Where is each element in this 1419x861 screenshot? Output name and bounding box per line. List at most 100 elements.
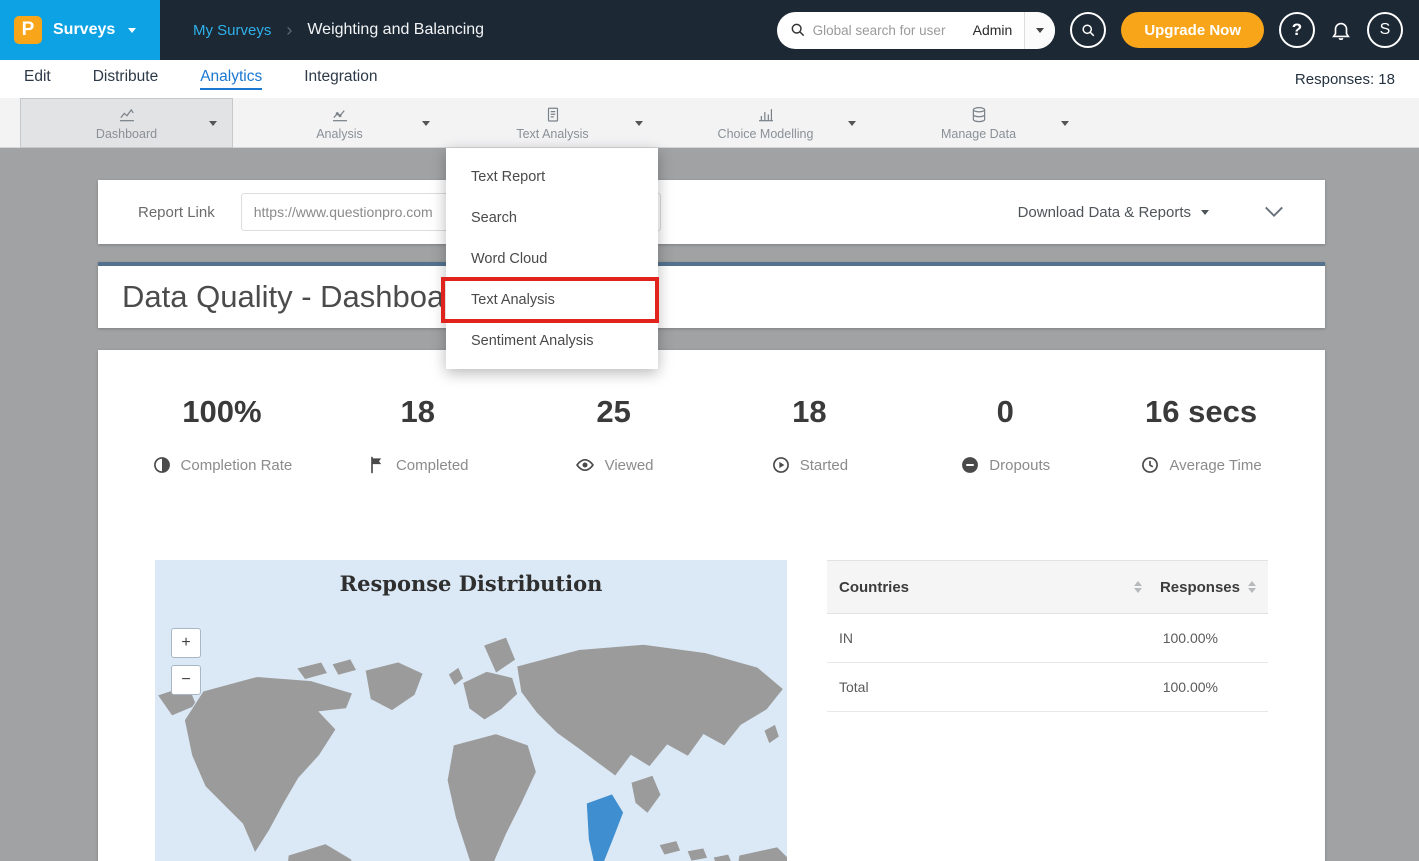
- app-window: P Surveys My Surveys › Weighting and Bal…: [0, 0, 1419, 861]
- stat-value: 16 secs: [1103, 394, 1299, 430]
- search-scope-dropdown[interactable]: [1024, 12, 1055, 49]
- stat-label: Completed: [396, 457, 469, 474]
- chevron-down-icon: [848, 121, 856, 126]
- line-chart-icon: [117, 106, 137, 124]
- stat-label: Dropouts: [989, 457, 1050, 474]
- flag-icon: [367, 455, 387, 475]
- column-header-countries[interactable]: Countries: [839, 579, 1142, 596]
- breadcrumb-my-surveys[interactable]: My Surveys: [193, 22, 271, 39]
- toolbar-label: Manage Data: [941, 127, 1016, 141]
- product-menu-label: Surveys: [53, 21, 115, 39]
- stat-viewed: 25 Viewed: [516, 394, 712, 475]
- stat-label: Viewed: [605, 457, 654, 474]
- half-pie-icon: [152, 455, 172, 475]
- topbar: P Surveys My Surveys › Weighting and Bal…: [0, 0, 1419, 60]
- survey-navbar: Edit Distribute Analytics Integration Re…: [0, 60, 1419, 98]
- toolbar-text-analysis[interactable]: Text Analysis: [446, 98, 659, 148]
- breadcrumb-separator: ›: [286, 20, 292, 41]
- responses-cell: 100.00%: [1126, 679, 1256, 695]
- countries-table-header: Countries Responses: [827, 560, 1268, 614]
- notifications-button[interactable]: [1330, 19, 1352, 41]
- menu-item-search[interactable]: Search: [446, 197, 658, 238]
- search-scope-label: Admin: [961, 22, 1025, 38]
- dashboard-card: 100% Completion Rate 18 Completed: [98, 350, 1325, 861]
- menu-item-text-analysis[interactable]: Text Analysis: [446, 279, 658, 320]
- table-row: Total 100.00%: [827, 663, 1268, 712]
- stat-completed: 18 Completed: [320, 394, 516, 475]
- stat-value: 25: [516, 394, 712, 430]
- play-circle-icon: [771, 455, 791, 475]
- chevron-down-icon: [422, 121, 430, 126]
- toolbar-dashboard[interactable]: Dashboard: [20, 98, 233, 148]
- stat-value: 0: [907, 394, 1103, 430]
- menu-item-text-report[interactable]: Text Report: [446, 156, 658, 197]
- eye-icon: [574, 455, 596, 475]
- report-link-card: Report Link Download Data & Reports: [98, 180, 1325, 244]
- sort-icon: [1134, 581, 1142, 593]
- responses-cell: 100.00%: [1126, 630, 1256, 646]
- responses-count: Responses: 18: [1295, 71, 1395, 88]
- tab-edit[interactable]: Edit: [24, 68, 51, 90]
- questionpro-logo: P: [14, 16, 42, 44]
- column-header-responses[interactable]: Responses: [1160, 579, 1256, 596]
- page-title: Data Quality - Dashboard: [122, 279, 472, 315]
- countries-table: Countries Responses IN 100.00% Total 100…: [827, 560, 1268, 712]
- map-country-india: [586, 794, 623, 861]
- global-search-input[interactable]: [813, 23, 961, 38]
- chevron-down-icon: [1061, 121, 1069, 126]
- search-button[interactable]: [1070, 12, 1106, 48]
- stat-completion-rate: 100% Completion Rate: [124, 394, 320, 475]
- toolbar-label: Choice Modelling: [718, 127, 814, 141]
- user-avatar[interactable]: S: [1367, 12, 1403, 48]
- analytics-toolbar: Dashboard Analysis Text Analysis Choice …: [0, 98, 1419, 148]
- tab-analytics[interactable]: Analytics: [200, 68, 262, 90]
- menu-item-sentiment-analysis[interactable]: Sentiment Analysis: [446, 320, 658, 361]
- download-data-reports-label: Download Data & Reports: [1018, 204, 1191, 221]
- stat-average-time: 16 secs Average Time: [1103, 394, 1299, 475]
- chevron-down-icon: [1036, 28, 1044, 33]
- bell-icon: [1330, 19, 1352, 41]
- breadcrumb-current-survey: Weighting and Balancing: [307, 21, 484, 39]
- toolbar-label: Dashboard: [96, 127, 157, 141]
- toolbar-label: Text Analysis: [516, 127, 588, 141]
- stat-value: 18: [711, 394, 907, 430]
- chevron-down-icon: [128, 28, 136, 33]
- page-content: Report Link Download Data & Reports Data…: [0, 148, 1419, 861]
- table-row: IN 100.00%: [827, 614, 1268, 663]
- breadcrumb: My Surveys › Weighting and Balancing: [193, 20, 484, 41]
- country-cell: Total: [839, 679, 1126, 695]
- clock-icon: [1140, 455, 1160, 475]
- chevron-down-icon: [1263, 205, 1285, 219]
- sort-icon: [1248, 581, 1256, 593]
- tab-integration[interactable]: Integration: [304, 68, 377, 90]
- zoom-out-button[interactable]: −: [171, 665, 201, 695]
- bar-chart-icon: [756, 106, 776, 124]
- search-icon: [790, 22, 806, 38]
- toolbar-analysis[interactable]: Analysis: [233, 98, 446, 148]
- minus-circle-icon: [960, 455, 980, 475]
- map-title: Response Distribution: [155, 560, 787, 596]
- report-document-icon: [544, 106, 562, 124]
- surveys-product-menu[interactable]: P Surveys: [0, 0, 160, 60]
- text-analysis-menu: Text Report Search Word Cloud Text Analy…: [446, 148, 658, 369]
- tab-distribute[interactable]: Distribute: [93, 68, 158, 90]
- toolbar-manage-data[interactable]: Manage Data: [872, 98, 1085, 148]
- map-zoom-controls: + −: [171, 628, 201, 695]
- stat-dropouts: 0 Dropouts: [907, 394, 1103, 475]
- stat-started: 18 Started: [711, 394, 907, 475]
- toolbar-choice-modelling[interactable]: Choice Modelling: [659, 98, 872, 148]
- upgrade-now-button[interactable]: Upgrade Now: [1121, 12, 1264, 48]
- help-button[interactable]: ?: [1279, 12, 1315, 48]
- download-data-reports-dropdown[interactable]: Download Data & Reports: [1018, 204, 1209, 221]
- collapse-section-button[interactable]: [1263, 205, 1285, 219]
- toolbar-label: Analysis: [316, 127, 363, 141]
- menu-item-word-cloud[interactable]: Word Cloud: [446, 238, 658, 279]
- country-cell: IN: [839, 630, 1126, 646]
- zoom-in-button[interactable]: +: [171, 628, 201, 658]
- chevron-down-icon: [209, 121, 217, 126]
- trend-chart-icon: [330, 106, 350, 124]
- topbar-actions: Admin Upgrade Now ? S: [777, 12, 1419, 49]
- world-map[interactable]: [155, 610, 787, 861]
- database-icon: [970, 106, 988, 124]
- global-search: Admin: [777, 12, 1056, 49]
